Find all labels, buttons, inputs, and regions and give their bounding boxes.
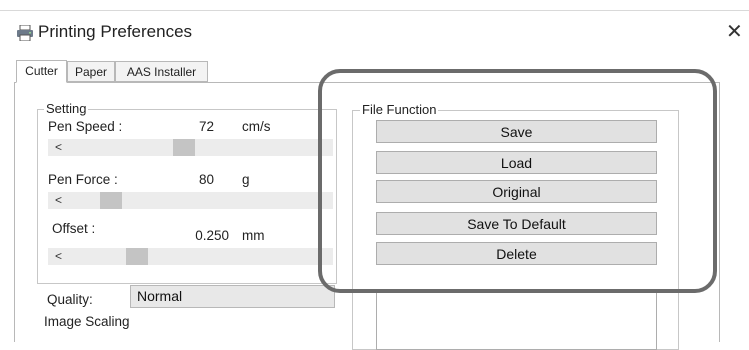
- media-list-box[interactable]: [376, 290, 657, 350]
- offset-value: 0.250: [195, 228, 229, 243]
- quality-select[interactable]: Normal: [130, 285, 335, 308]
- save-to-default-button[interactable]: Save To Default: [376, 212, 657, 235]
- tab-cutter[interactable]: Cutter: [16, 60, 67, 83]
- slider-thumb[interactable]: [100, 192, 122, 209]
- slider-left-arrow[interactable]: <: [55, 140, 62, 154]
- pen-speed-unit: cm/s: [242, 119, 271, 134]
- offset-label: Offset :: [52, 221, 96, 236]
- slider-left-arrow[interactable]: <: [55, 193, 62, 207]
- tab-aas-installer[interactable]: AAS Installer: [115, 61, 208, 82]
- quality-label: Quality:: [47, 292, 93, 307]
- printer-icon: [17, 25, 33, 41]
- delete-button[interactable]: Delete: [376, 242, 657, 265]
- image-scaling-label: Image Scaling: [44, 314, 130, 329]
- offset-unit: mm: [242, 228, 265, 243]
- save-button[interactable]: Save: [376, 120, 657, 143]
- slider-left-arrow[interactable]: <: [55, 249, 62, 263]
- pen-force-value: 80: [198, 172, 214, 187]
- file-function-group-label: File Function: [360, 102, 439, 117]
- close-icon[interactable]: ✕: [726, 19, 743, 44]
- setting-group-label: Setting: [44, 101, 89, 116]
- slider-thumb[interactable]: [173, 139, 195, 156]
- pen-force-slider[interactable]: <: [48, 192, 333, 209]
- pen-force-label: Pen Force :: [48, 172, 118, 187]
- pen-force-unit: g: [242, 172, 250, 187]
- slider-thumb[interactable]: [126, 248, 148, 265]
- offset-slider[interactable]: <: [48, 248, 333, 265]
- original-button[interactable]: Original: [376, 180, 657, 203]
- tab-paper[interactable]: Paper: [67, 61, 115, 82]
- load-button[interactable]: Load: [376, 151, 657, 174]
- pen-speed-slider[interactable]: <: [48, 139, 333, 156]
- pen-speed-value: 72: [198, 119, 214, 134]
- pen-speed-label: Pen Speed :: [48, 119, 123, 134]
- window-title: Printing Preferences: [38, 22, 193, 41]
